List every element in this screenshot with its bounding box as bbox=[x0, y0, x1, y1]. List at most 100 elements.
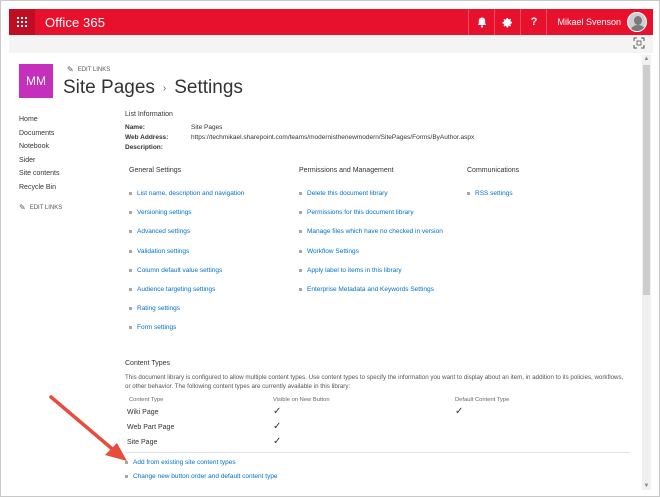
nav-item-documents[interactable]: Documents bbox=[19, 127, 62, 141]
brand-title[interactable]: Office 365 bbox=[45, 15, 105, 30]
scroll-thumb[interactable] bbox=[643, 65, 650, 295]
bullet-icon bbox=[125, 474, 128, 478]
main-content: List Information Name: Site Pages Web Ad… bbox=[125, 111, 635, 447]
name-label: Name: bbox=[125, 124, 145, 131]
description-label: Description: bbox=[125, 144, 163, 151]
content-types-links: Add from existing site content types Cha… bbox=[125, 455, 278, 483]
link-advanced[interactable]: Advanced settings bbox=[129, 222, 244, 241]
bullet-icon bbox=[129, 192, 132, 196]
visible-check-icon: ✓ bbox=[273, 406, 282, 417]
link-label: RSS settings bbox=[475, 190, 513, 198]
link-rating[interactable]: Rating settings bbox=[129, 299, 244, 318]
suite-bar: Office 365 ? Mikael Svenson bbox=[9, 9, 653, 35]
permissions-column: Permissions and Management Delete this d… bbox=[299, 167, 443, 299]
focus-mode-icon[interactable] bbox=[633, 37, 645, 49]
bullet-icon bbox=[299, 288, 302, 292]
link-enterprise-metadata[interactable]: Enterprise Metadata and Keywords Setting… bbox=[299, 280, 443, 299]
col-header-visible: Visible on New Button bbox=[273, 397, 330, 403]
waffle-icon[interactable] bbox=[9, 9, 35, 35]
page-title: Site Pages › Settings bbox=[63, 77, 243, 99]
link-label: List name, description and navigation bbox=[137, 190, 245, 198]
nav-item-site-contents[interactable]: Site contents bbox=[19, 167, 62, 181]
nav-item-home[interactable]: Home bbox=[19, 113, 62, 127]
bullet-icon bbox=[299, 230, 302, 234]
link-label: Rating settings bbox=[137, 305, 180, 313]
link-manage-files[interactable]: Manage files which have no checked in ve… bbox=[299, 222, 443, 241]
link-workflow-settings[interactable]: Workflow Settings bbox=[299, 242, 443, 261]
link-versioning[interactable]: Versioning settings bbox=[129, 203, 244, 222]
help-label: ? bbox=[530, 16, 538, 28]
user-menu[interactable]: Mikael Svenson bbox=[546, 9, 653, 35]
annotation-arrow-icon bbox=[49, 395, 127, 461]
content-types-table: Content Type Visible on New Button Defau… bbox=[125, 397, 635, 453]
general-settings-column: General Settings List name, description … bbox=[129, 167, 244, 338]
bullet-icon bbox=[467, 192, 470, 196]
link-label: Form settings bbox=[137, 324, 177, 332]
bullet-icon bbox=[129, 211, 132, 215]
pencil-icon: ✎ bbox=[19, 203, 26, 212]
nav-item-notebook[interactable]: Notebook bbox=[19, 140, 62, 154]
nav-edit-links-label: EDIT LINKS bbox=[29, 204, 63, 211]
site-logo-initials: MM bbox=[26, 74, 46, 88]
help-icon[interactable]: ? bbox=[520, 9, 546, 35]
link-delete-library[interactable]: Delete this document library bbox=[299, 184, 443, 203]
bullet-icon bbox=[299, 249, 302, 253]
link-column-default[interactable]: Column default value settings bbox=[129, 261, 244, 280]
info-row-name: Name: Site Pages bbox=[125, 123, 635, 133]
link-audience-targeting[interactable]: Audience targeting settings bbox=[129, 280, 244, 299]
link-label: Audience targeting settings bbox=[137, 286, 216, 294]
link-list-name[interactable]: List name, description and navigation bbox=[129, 184, 244, 203]
link-permissions[interactable]: Permissions for this document library bbox=[299, 203, 443, 222]
link-label: Manage files which have no checked in ve… bbox=[307, 228, 443, 236]
link-label: Validation settings bbox=[137, 247, 190, 255]
list-info-heading: List Information bbox=[125, 111, 173, 118]
link-label: Apply label to items in this library bbox=[307, 266, 402, 274]
link-validation[interactable]: Validation settings bbox=[129, 242, 244, 261]
bullet-icon bbox=[129, 326, 132, 330]
link-label: Change new button order and default cont… bbox=[133, 472, 278, 480]
vertical-scrollbar[interactable]: ▲ ▼ bbox=[642, 55, 651, 490]
link-rss-settings[interactable]: RSS settings bbox=[467, 184, 519, 203]
bullet-icon bbox=[129, 307, 132, 311]
scroll-up-arrow-icon[interactable]: ▲ bbox=[642, 55, 651, 63]
communications-column: Communications RSS settings bbox=[467, 167, 519, 203]
pencil-icon: ✎ bbox=[67, 65, 74, 74]
gear-icon[interactable] bbox=[494, 9, 520, 35]
info-row-web-address: Web Address: https://techmikael.sharepoi… bbox=[125, 133, 635, 143]
link-apply-label[interactable]: Apply label to items in this library bbox=[299, 261, 443, 280]
site-logo[interactable]: MM bbox=[19, 64, 53, 98]
link-label: Permissions for this document library bbox=[307, 209, 414, 217]
bell-icon[interactable] bbox=[468, 9, 494, 35]
web-address-value: https://techmikael.sharepoint.com/teams/… bbox=[191, 134, 475, 141]
link-add-existing-content-types[interactable]: Add from existing site content types bbox=[125, 455, 278, 469]
general-settings-heading: General Settings bbox=[129, 167, 182, 174]
nav-item-sider[interactable]: Sider bbox=[19, 154, 62, 168]
link-change-button-order[interactable]: Change new button order and default cont… bbox=[125, 469, 278, 483]
nav-edit-links[interactable]: ✎ EDIT LINKS bbox=[19, 203, 62, 212]
avatar bbox=[627, 12, 647, 32]
col-header-default: Default Content Type bbox=[455, 397, 510, 403]
left-nav: Home Documents Notebook Sider Site conte… bbox=[19, 113, 62, 212]
default-check-icon: ✓ bbox=[455, 406, 464, 417]
scroll-down-arrow-icon[interactable]: ▼ bbox=[642, 482, 651, 490]
nav-item-recycle-bin[interactable]: Recycle Bin bbox=[19, 181, 62, 195]
bullet-icon bbox=[129, 230, 132, 234]
name-value: Site Pages bbox=[191, 124, 223, 131]
link-form-settings[interactable]: Form settings bbox=[129, 318, 244, 337]
edit-links-top[interactable]: ✎ EDIT LINKS bbox=[67, 65, 110, 74]
breadcrumb-parent[interactable]: Site Pages bbox=[63, 77, 155, 99]
web-address-label: Web Address: bbox=[125, 134, 169, 141]
visible-check-icon: ✓ bbox=[273, 436, 282, 447]
content-types-description: This document library is configured to a… bbox=[125, 374, 624, 390]
link-label: Delete this document library bbox=[307, 190, 388, 198]
ribbon-strip bbox=[9, 35, 653, 53]
link-label: Add from existing site content types bbox=[133, 458, 236, 466]
bullet-icon bbox=[299, 211, 302, 215]
edit-links-label: EDIT LINKS bbox=[77, 66, 111, 73]
permissions-heading: Permissions and Management bbox=[299, 167, 394, 174]
content-types-heading: Content Types bbox=[125, 360, 171, 367]
content-types-section: Content Types This document library is c… bbox=[125, 360, 635, 453]
communications-heading: Communications bbox=[467, 167, 520, 174]
user-name: Mikael Svenson bbox=[557, 17, 621, 27]
info-row-description: Description: bbox=[125, 143, 635, 153]
